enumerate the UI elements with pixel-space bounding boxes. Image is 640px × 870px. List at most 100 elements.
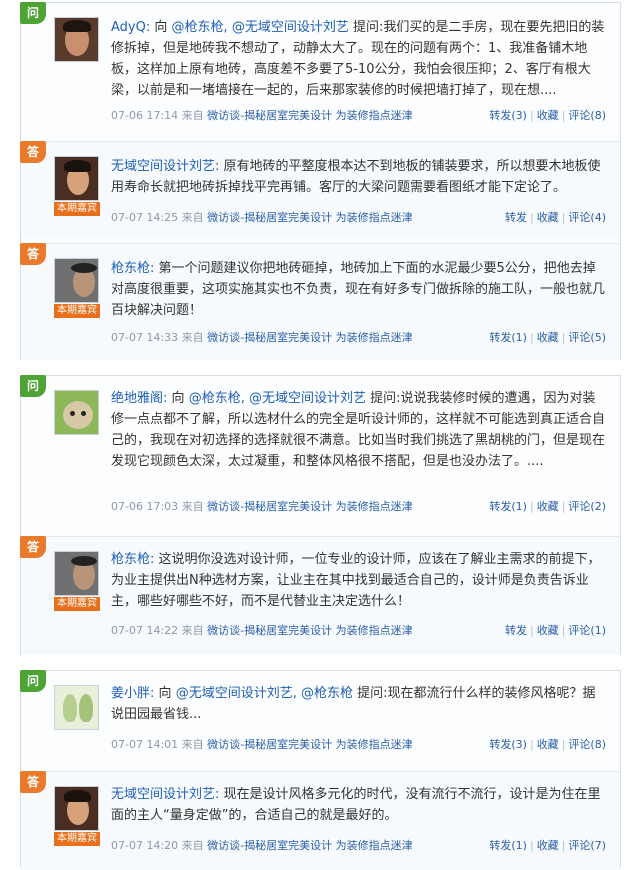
mention-link[interactable]: @枪东枪,: [189, 391, 245, 406]
avatar[interactable]: [54, 258, 99, 303]
meta-bar: 07-06 17:14 来自 微访谈-揭秘居室完美设计 为装修指点迷津 转发(3…: [111, 108, 606, 124]
source-link[interactable]: 微访谈-揭秘居室完美设计: [207, 839, 332, 852]
comment-link[interactable]: 评论(7): [568, 839, 606, 852]
comment-link[interactable]: 评论(1): [568, 624, 606, 637]
favorite-link[interactable]: 收藏: [537, 738, 559, 751]
source-link-2[interactable]: 为装修指点迷津: [336, 211, 413, 224]
post-time: 07-07 14:33: [111, 331, 179, 344]
from-label: 来自: [181, 839, 204, 852]
forward-link[interactable]: 转发(1): [489, 500, 527, 513]
author-name[interactable]: AdyQ:: [111, 20, 150, 35]
author-name[interactable]: 无域空间设计刘艺:: [111, 787, 219, 802]
favorite-link[interactable]: 收藏: [537, 331, 559, 344]
comment-link[interactable]: 评论(8): [568, 738, 606, 751]
mention-link[interactable]: @枪东枪: [301, 686, 353, 701]
from-label: 来自: [181, 738, 204, 751]
author-name[interactable]: 枪东枪:: [111, 552, 154, 567]
meta-bar: 07-07 14:22 来自 微访谈-揭秘居室完美设计 为装修指点迷津 转发 | 收…: [111, 623, 606, 639]
avatar[interactable]: [54, 786, 99, 831]
question-badge: 问: [20, 2, 46, 24]
action-links: 转发 | 收藏 | 评论(4): [504, 211, 606, 224]
favorite-link[interactable]: 收藏: [537, 500, 559, 513]
post-time: 07-07 14:22: [111, 624, 179, 637]
avatar[interactable]: [54, 551, 99, 596]
meta-bar: 07-06 17:03 来自 微访谈-揭秘居室完美设计 为装修指点迷津 转发(1…: [111, 499, 606, 515]
answer-text: 无域空间设计刘艺: 原有地砖的平整度根本达不到地板的铺装要求，所以想要木地板使用…: [111, 156, 606, 198]
question-entry: 问 绝地雅阁: 向 @枪东枪, @无域空间设计刘艺 提问:说说我装修时候的遭遇，…: [20, 375, 620, 526]
source-link[interactable]: 微访谈-揭秘居室完美设计: [207, 500, 332, 513]
guest-tag: 本期嘉宾: [54, 304, 100, 318]
forward-link[interactable]: 转发(3): [489, 738, 527, 751]
source-link-2[interactable]: 为装修指点迷津: [336, 839, 413, 852]
forward-link[interactable]: 转发: [505, 211, 527, 224]
from-label: 来自: [181, 109, 204, 122]
answer-badge: 答: [20, 771, 46, 793]
source-link[interactable]: 微访谈-揭秘居室完美设计: [207, 624, 332, 637]
action-links: 转发(1) | 收藏 | 评论(5): [489, 331, 606, 344]
guest-tag: 本期嘉宾: [54, 832, 100, 846]
avatar[interactable]: [54, 17, 99, 62]
question-text: 绝地雅阁: 向 @枪东枪, @无域空间设计刘艺 提问:说说我装修时候的遭遇，因为…: [111, 388, 606, 472]
qa-block: 问 姜小胖: 向 @无域空间设计刘艺, @枪东枪 提问:现在都流行什么样的装修风…: [20, 670, 621, 870]
author-name[interactable]: 无域空间设计刘艺:: [111, 159, 219, 174]
source-link[interactable]: 微访谈-揭秘居室完美设计: [207, 211, 332, 224]
favorite-link[interactable]: 收藏: [537, 839, 559, 852]
forward-link[interactable]: 转发(1): [489, 331, 527, 344]
meta-bar: 07-07 14:33 来自 微访谈-揭秘居室完美设计 为装修指点迷津 转发(1…: [111, 330, 606, 346]
comment-link[interactable]: 评论(5): [568, 331, 606, 344]
action-links: 转发(3) | 收藏 | 评论(8): [489, 738, 606, 751]
avatar[interactable]: [54, 390, 99, 435]
mention-link[interactable]: @枪东枪,: [172, 20, 228, 35]
comment-link[interactable]: 评论(2): [568, 500, 606, 513]
source-link-2[interactable]: 为装修指点迷津: [336, 109, 413, 122]
favorite-link[interactable]: 收藏: [537, 109, 559, 122]
avatar[interactable]: [54, 685, 99, 730]
forward-link[interactable]: 转发: [505, 624, 527, 637]
meta-bar: 07-07 14:20 来自 微访谈-揭秘居室完美设计 为装修指点迷津 转发(1…: [111, 838, 606, 854]
answer-entry: 答 本期嘉宾 枪东枪: 这说明你没选对设计师，一位专业的设计师，应该在了解业主需…: [20, 536, 620, 655]
post-time: 07-07 14:20: [111, 839, 179, 852]
guest-tag: 本期嘉宾: [54, 202, 100, 216]
answer-text: 无域空间设计刘艺: 现在是设计风格多元化的时代，没有流行不流行，设计是为住在里面…: [111, 784, 606, 826]
source-link[interactable]: 微访谈-揭秘居室完美设计: [207, 109, 332, 122]
author-name[interactable]: 绝地雅阁:: [111, 391, 167, 406]
favorite-link[interactable]: 收藏: [537, 624, 559, 637]
from-label: 来自: [181, 211, 204, 224]
qa-block: 问 AdyQ: 向 @枪东枪, @无域空间设计刘艺 提问:我们买的是二手房，现在…: [20, 2, 621, 360]
from-label: 来自: [181, 500, 204, 513]
forward-link[interactable]: 转发(1): [489, 839, 527, 852]
answer-badge: 答: [20, 141, 46, 163]
meta-bar: 07-07 14:01 来自 微访谈-揭秘居室完美设计 为装修指点迷津 转发(3…: [111, 737, 606, 753]
mention-link[interactable]: @无域空间设计刘艺,: [176, 686, 297, 701]
from-label: 来自: [181, 331, 204, 344]
answer-entry: 答 本期嘉宾 无域空间设计刘艺: 现在是设计风格多元化的时代，没有流行不流行，设…: [20, 771, 620, 870]
source-link-2[interactable]: 为装修指点迷津: [336, 624, 413, 637]
comment-link[interactable]: 评论(4): [568, 211, 606, 224]
source-link-2[interactable]: 为装修指点迷津: [336, 331, 413, 344]
answer-body: 这说明你没选对设计师，一位专业的设计师，应该在了解业主需求的前提下，为业主提供出…: [111, 552, 601, 609]
to-label: 向: [171, 391, 185, 406]
answer-entry: 答 本期嘉宾 无域空间设计刘艺: 原有地砖的平整度根本达不到地板的铺装要求，所以…: [20, 141, 620, 238]
question-badge: 问: [20, 670, 46, 692]
source-link[interactable]: 微访谈-揭秘居室完美设计: [207, 738, 332, 751]
source-link-2[interactable]: 为装修指点迷津: [336, 738, 413, 751]
qa-block: 问 绝地雅阁: 向 @枪东枪, @无域空间设计刘艺 提问:说说我装修时候的遭遇，…: [20, 375, 621, 655]
source-link-2[interactable]: 为装修指点迷津: [336, 500, 413, 513]
mention-link[interactable]: @无域空间设计刘艺: [249, 391, 366, 406]
favorite-link[interactable]: 收藏: [537, 211, 559, 224]
forward-link[interactable]: 转发(3): [489, 109, 527, 122]
author-name[interactable]: 姜小胖:: [111, 686, 154, 701]
question-text: 姜小胖: 向 @无域空间设计刘艺, @枪东枪 提问:现在都流行什么样的装修风格呢…: [111, 683, 606, 725]
answer-text: 枪东枪: 这说明你没选对设计师，一位专业的设计师，应该在了解业主需求的前提下，为…: [111, 549, 606, 612]
avatar[interactable]: [54, 156, 99, 201]
author-name[interactable]: 枪东枪:: [111, 261, 154, 276]
post-time: 07-06 17:03: [111, 500, 179, 513]
from-label: 来自: [181, 624, 204, 637]
source-link[interactable]: 微访谈-揭秘居室完美设计: [207, 331, 332, 344]
question-entry: 问 姜小胖: 向 @无域空间设计刘艺, @枪东枪 提问:现在都流行什么样的装修风…: [20, 670, 620, 765]
mention-link[interactable]: @无域空间设计刘艺: [232, 20, 349, 35]
comment-link[interactable]: 评论(8): [568, 109, 606, 122]
to-label: 向: [158, 686, 172, 701]
guest-tag: 本期嘉宾: [54, 597, 100, 611]
question-text: AdyQ: 向 @枪东枪, @无域空间设计刘艺 提问:我们买的是二手房，现在要先…: [111, 17, 606, 101]
